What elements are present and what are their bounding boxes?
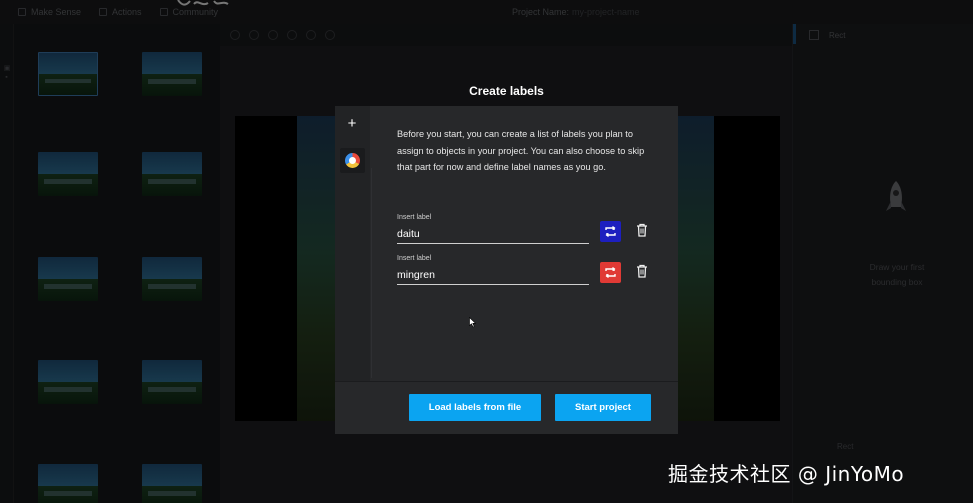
trash-icon[interactable]: [636, 223, 648, 237]
import-labels-icon[interactable]: [340, 148, 365, 173]
label-row: Insert label: [397, 214, 659, 250]
footer-divider: [335, 381, 678, 382]
mouse-cursor-icon: [469, 317, 477, 328]
modal-sidebar: +: [335, 106, 370, 381]
start-project-button[interactable]: Start project: [555, 394, 651, 421]
modal-description: Before you start, you can create a list …: [397, 129, 645, 172]
divider: [371, 168, 372, 378]
label-caption: Insert label: [397, 214, 432, 221]
label-color-button[interactable]: [600, 262, 621, 283]
label-name-input[interactable]: [397, 265, 589, 285]
modal-title: Create labels: [469, 84, 544, 98]
label-row: Insert label: [397, 255, 659, 291]
create-labels-modal: + Before you start, you can create a lis…: [335, 106, 678, 434]
watermark: 掘金技术社区 @ JinYoMo: [668, 462, 905, 486]
trash-icon[interactable]: [636, 264, 648, 278]
label-caption: Insert label: [397, 255, 432, 262]
plus-icon[interactable]: +: [344, 116, 360, 132]
label-color-button[interactable]: [600, 221, 621, 242]
app-window: Make Sense Actions Community Project Nam…: [0, 0, 973, 503]
label-name-input[interactable]: [397, 224, 589, 244]
load-labels-button[interactable]: Load labels from file: [409, 394, 541, 421]
refresh-icon: [605, 226, 616, 237]
refresh-icon: [605, 267, 616, 278]
